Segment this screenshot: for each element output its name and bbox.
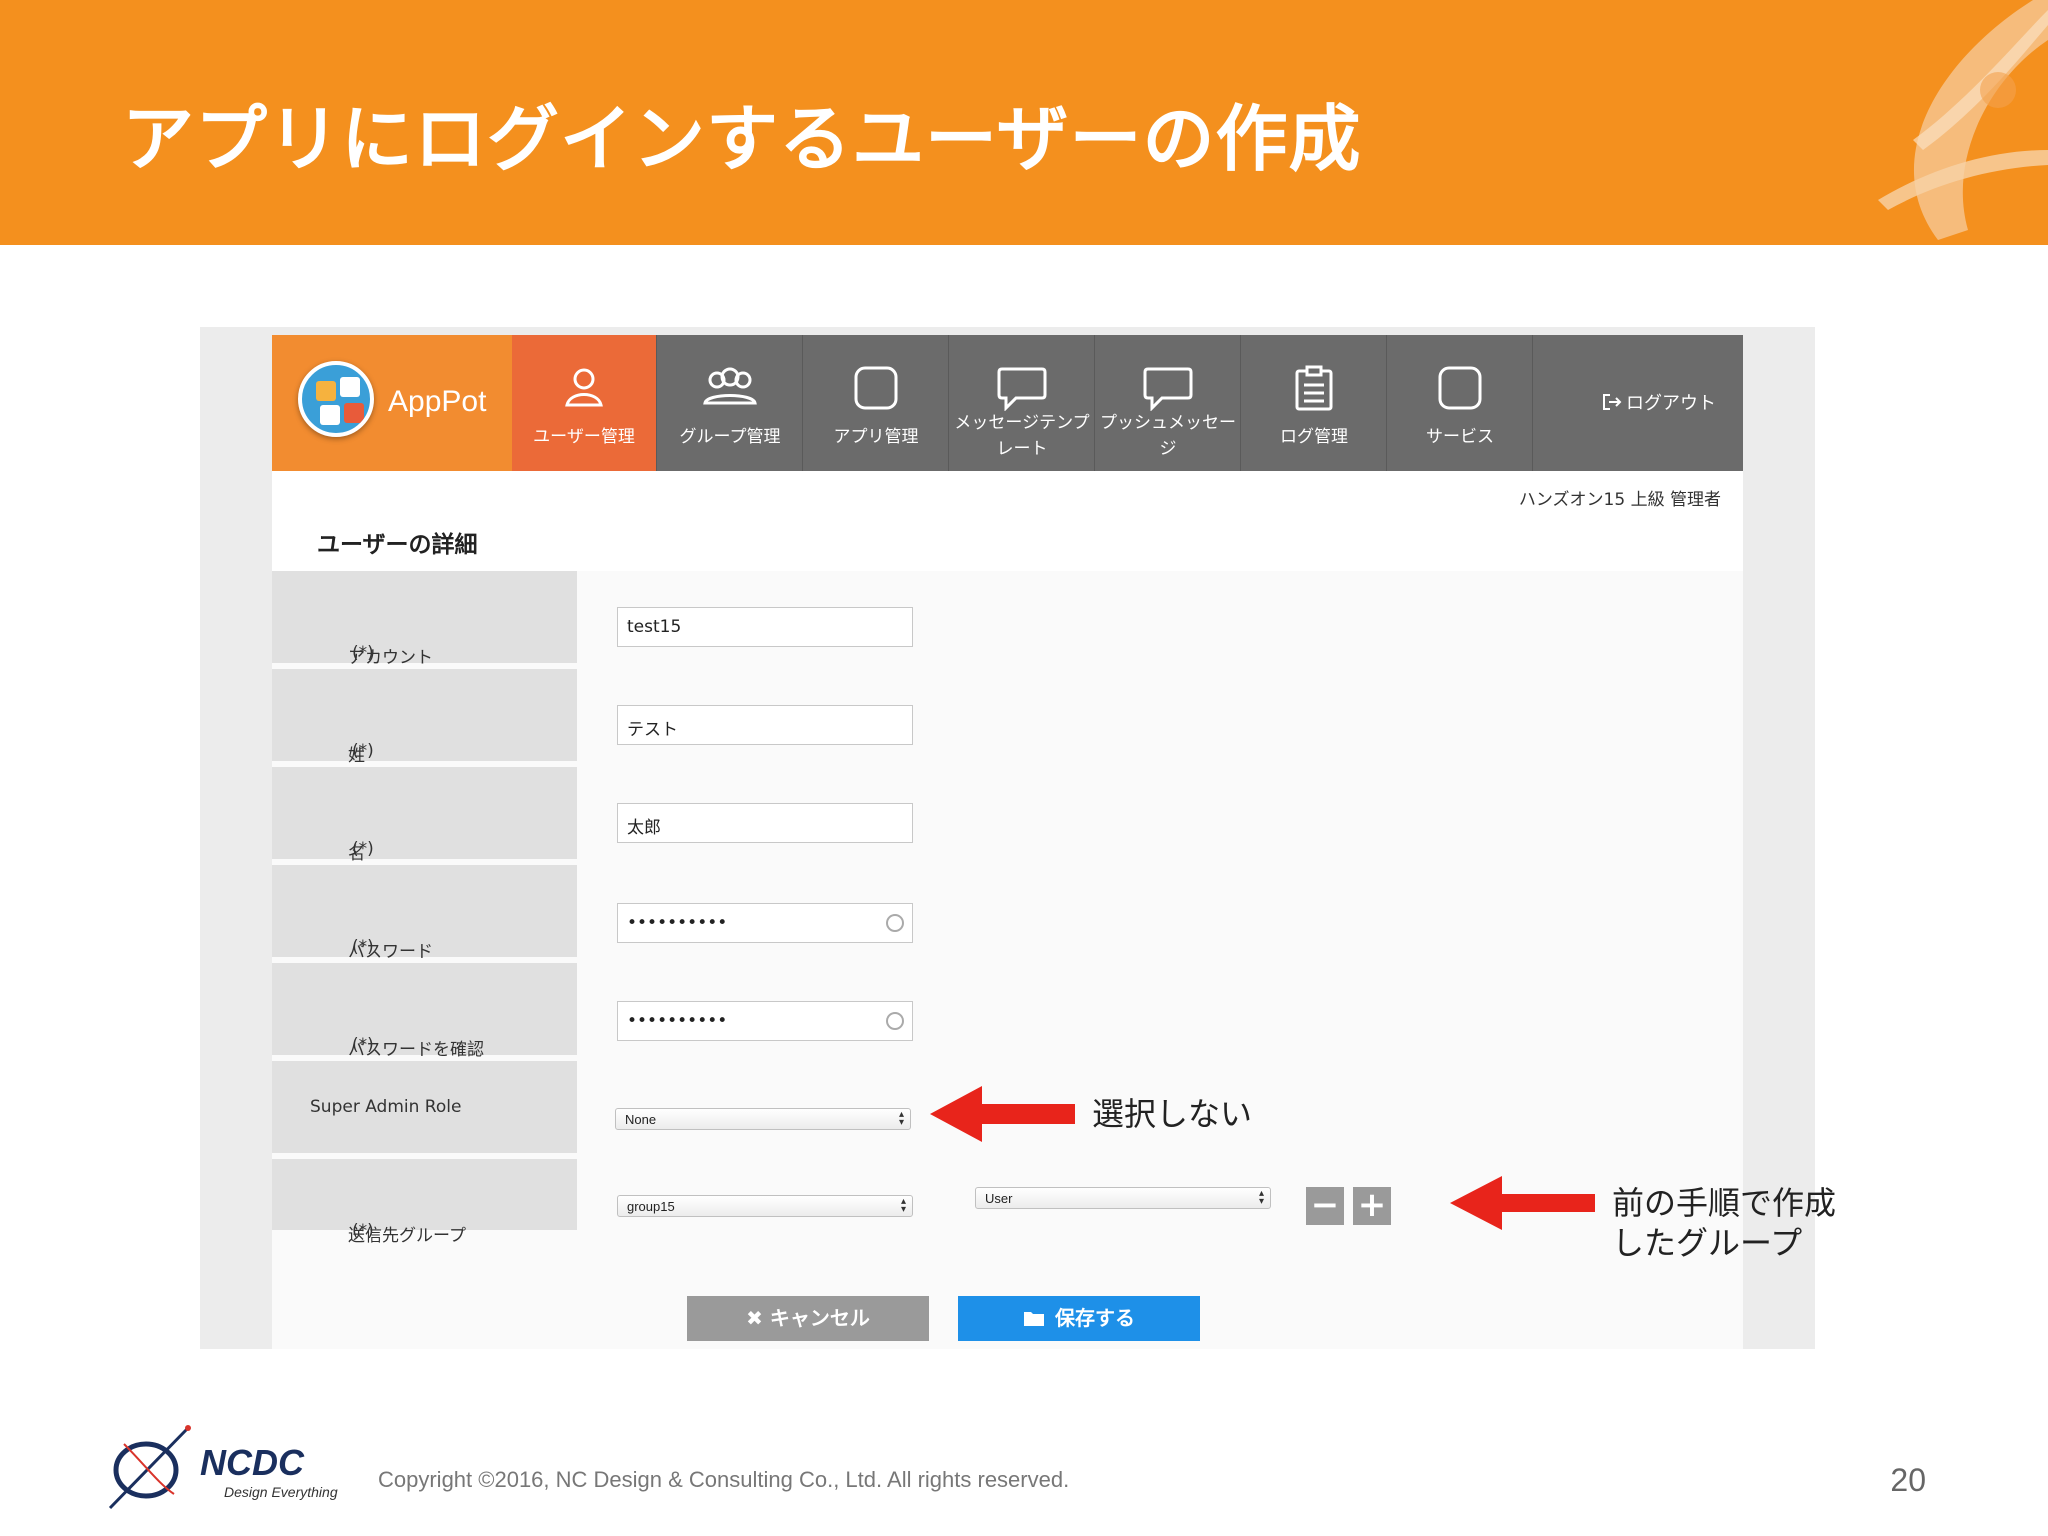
nav-group-management[interactable]: グループ管理 <box>658 335 803 471</box>
nav-label: サービス <box>1426 427 1494 447</box>
nav-label: アプリ管理 <box>833 427 919 447</box>
password-masked-value: •••••••••• <box>627 913 728 933</box>
password-input[interactable]: •••••••••• <box>617 903 913 943</box>
slide-title: アプリにログインするユーザーの作成 <box>122 97 1362 181</box>
password-confirm-input[interactable]: •••••••••• <box>617 1001 913 1041</box>
nav-label: プッシュメッセー <box>1100 413 1236 433</box>
select-arrows-icon: ▴ ▾ <box>898 1109 904 1128</box>
logout-link[interactable]: ログアウト <box>1602 389 1716 415</box>
nav-label: グループ管理 <box>679 427 781 447</box>
password-key-icon[interactable] <box>886 1012 904 1030</box>
account-input[interactable]: test15 <box>617 607 913 647</box>
first-name-input[interactable]: 太郎 <box>617 803 913 843</box>
logout-icon <box>1603 394 1622 410</box>
remove-group-button[interactable]: − <box>1306 1187 1344 1225</box>
title-banner: アプリにログインするユーザーの作成 <box>0 0 2048 245</box>
chat-bubble-icon <box>997 367 1047 411</box>
current-user-info: ハンズオン15 上級 管理者 <box>1518 490 1721 510</box>
password-confirm-label-cell: パスワードを確認 (*) <box>272 963 577 1060</box>
required-mark: (*) <box>352 937 374 957</box>
select-arrows-icon: ▴ ▾ <box>900 1196 906 1215</box>
required-mark: (*) <box>352 741 374 761</box>
nav-push-message[interactable]: プッシュメッセー ジ <box>1096 335 1241 471</box>
close-icon: ✖ <box>746 1306 770 1330</box>
ncdc-logo-icon <box>108 1425 191 1510</box>
users-icon <box>703 367 757 405</box>
user-icon <box>565 368 603 407</box>
group-role-value: User <box>985 1191 1013 1206</box>
save-label: 保存する <box>1055 1306 1135 1330</box>
page-number: 20 <box>1890 1462 1926 1498</box>
role-annotation: 選択しない <box>1092 1095 1253 1133</box>
copyright-text: Copyright ©2016, NC Design & Consulting … <box>378 1467 1070 1492</box>
super-admin-role-label-cell: Super Admin Role <box>272 1061 577 1156</box>
nav-label: メッセージテンプ <box>954 413 1090 433</box>
required-mark: (*) <box>352 839 374 859</box>
slide: アプリにログインするユーザーの作成 AppPot ユーザー管理 グループ管理 ア… <box>0 0 2048 1536</box>
app-square-icon <box>854 366 898 410</box>
footer-tagline: Design Everything <box>224 1484 338 1500</box>
nav-label-line2: レート <box>996 439 1048 459</box>
password-key-icon[interactable] <box>886 914 904 932</box>
clipboard-icon <box>1295 365 1333 411</box>
required-mark: (*) <box>352 1221 374 1241</box>
add-group-button[interactable]: + <box>1353 1187 1391 1225</box>
nav-app-management[interactable]: アプリ管理 <box>804 335 949 471</box>
group-select[interactable]: group15 ▴ ▾ <box>617 1195 913 1217</box>
annotation-arrow-group <box>1450 1176 1595 1230</box>
nav-message-template[interactable]: メッセージテンプ レート <box>950 335 1095 471</box>
group-role-select[interactable]: User ▴ ▾ <box>975 1187 1271 1209</box>
nav-service[interactable]: サービス <box>1388 335 1533 471</box>
super-admin-role-select[interactable]: None ▴ ▾ <box>615 1108 911 1130</box>
nav-log-management[interactable]: ログ管理 <box>1242 335 1387 471</box>
brand-name: AppPot <box>388 385 487 418</box>
last-name-label-cell: 姓 (*) <box>272 669 577 766</box>
decorative-swirl <box>1878 0 2048 240</box>
chat-bubble-icon <box>1143 367 1193 411</box>
account-label-cell: アカウント (*) <box>272 571 577 668</box>
annotation-arrow-role <box>930 1086 1075 1142</box>
nav-label-line2: ジ <box>1159 439 1177 459</box>
super-admin-role-value: None <box>625 1112 657 1127</box>
password-label-cell: パスワード (*) <box>272 865 577 962</box>
apppot-logo-icon <box>298 361 374 437</box>
password-confirm-masked-value: •••••••••• <box>627 1011 728 1031</box>
brand-block[interactable]: AppPot <box>272 335 512 471</box>
cancel-label: キャンセル <box>769 1306 870 1330</box>
nav-label: ユーザー管理 <box>533 427 635 447</box>
group-annotation-line1: 前の手順で作成 <box>1612 1184 1837 1222</box>
save-button[interactable]: 保存する <box>958 1296 1200 1341</box>
required-mark: (*) <box>352 1035 374 1055</box>
page-heading: ユーザーの詳細 <box>317 532 478 558</box>
service-square-icon <box>1438 366 1482 410</box>
logout-label: ログアウト <box>1626 393 1716 414</box>
footer-brand: NCDC <box>200 1442 304 1483</box>
nav-label: ログ管理 <box>1280 427 1348 447</box>
nav-user-management[interactable]: ユーザー管理 <box>512 335 657 471</box>
select-arrows-icon: ▴ ▾ <box>1258 1188 1264 1207</box>
group-annotation-line2: したグループ <box>1612 1224 1803 1262</box>
cancel-button[interactable]: ✖ キャンセル <box>687 1296 929 1341</box>
first-name-label-cell: 名 (*) <box>272 767 577 864</box>
last-name-input[interactable]: テスト <box>617 705 913 745</box>
required-mark: (*) <box>352 643 374 663</box>
folder-icon <box>1024 1312 1044 1326</box>
group-value: group15 <box>627 1199 675 1214</box>
super-admin-role-label: Super Admin Role <box>310 1097 462 1117</box>
group-label-cell: 送信先グループ (*) <box>272 1159 577 1246</box>
top-nav-bar: AppPot ユーザー管理 グループ管理 アプリ管理 メッセージテンプ レート … <box>272 335 1743 471</box>
